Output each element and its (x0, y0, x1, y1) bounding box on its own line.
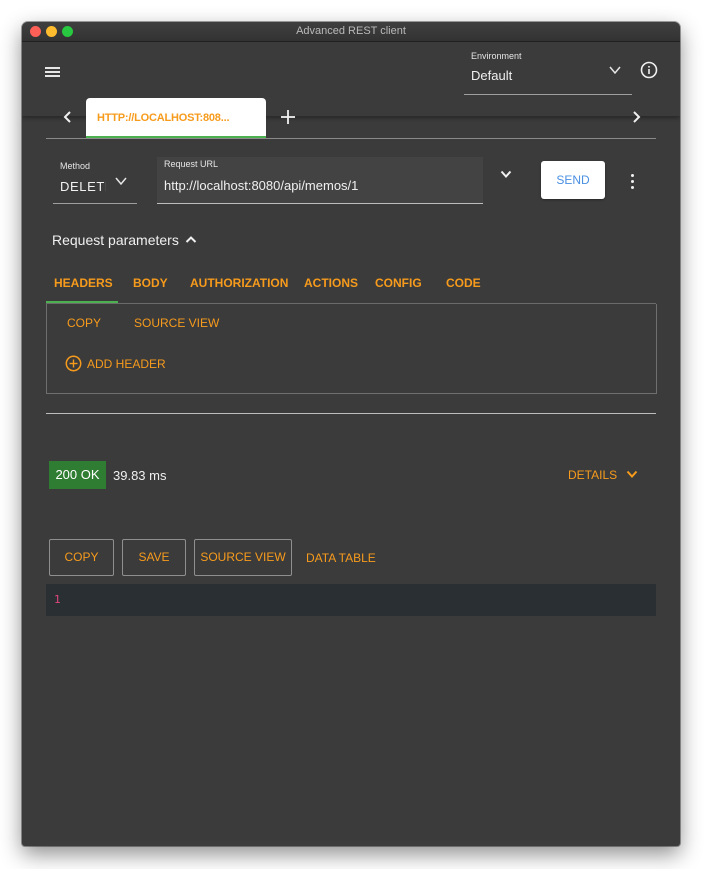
url-label: Request URL (164, 159, 219, 169)
title-bar: Advanced REST client (22, 22, 680, 42)
window-title: Advanced REST client (296, 25, 406, 37)
menu-icon[interactable] (45, 66, 60, 78)
response-code-view[interactable]: 1 (46, 584, 656, 616)
details-button[interactable]: DETAILS (568, 468, 638, 482)
request-parameters-title[interactable]: Request parameters (52, 232, 179, 248)
method-value: DELETE (60, 179, 106, 194)
response-copy-button[interactable]: COPY (49, 539, 114, 576)
status-badge: 200 OK (49, 461, 106, 489)
response-source-view-button[interactable]: SOURCE VIEW (194, 539, 292, 576)
section-divider (46, 413, 656, 414)
tab-authorization[interactable]: AUTHORIZATION (190, 276, 288, 290)
send-button[interactable]: SEND (541, 161, 605, 199)
chevron-right-icon[interactable] (631, 110, 641, 124)
more-options-icon[interactable] (631, 174, 635, 190)
environment-label: Environment (471, 51, 522, 61)
method-label: Method (60, 161, 91, 171)
chevron-down-icon (115, 177, 127, 186)
tab-code[interactable]: CODE (446, 276, 481, 290)
add-tab-icon[interactable] (280, 109, 296, 125)
line-number: 1 (54, 593, 61, 606)
tab-body[interactable]: BODY (133, 276, 168, 290)
request-tabs-bar: HTTP://LOCALHOST:808... (46, 98, 656, 139)
request-tab[interactable]: HTTP://LOCALHOST:808... (86, 98, 266, 138)
chevron-down-icon (626, 470, 638, 478)
chevron-left-icon[interactable] (63, 110, 73, 124)
request-url-field[interactable]: Request URL http://localhost:8080/api/me… (157, 157, 483, 204)
chevron-up-icon[interactable] (185, 235, 197, 244)
app-window: Advanced REST client Environment Default… (22, 22, 680, 846)
details-label: DETAILS (568, 468, 618, 482)
chevron-down-icon (609, 66, 621, 75)
request-tab-label: HTTP://LOCALHOST:808... (97, 112, 230, 124)
environment-value: Default (471, 68, 513, 83)
response-time: 39.83 ms (113, 468, 167, 483)
add-circle-icon (65, 355, 82, 372)
method-select[interactable]: Method DELETE (53, 157, 137, 204)
headers-panel: COPY SOURCE VIEW ADD HEADER (46, 304, 657, 394)
response-data-table-button[interactable]: DATA TABLE (306, 551, 376, 565)
response-save-button[interactable]: SAVE (122, 539, 186, 576)
url-value: http://localhost:8080/api/memos/1 (164, 178, 359, 193)
add-header-label: ADD HEADER (87, 357, 166, 371)
headers-source-view-button[interactable]: SOURCE VIEW (134, 316, 219, 330)
expand-url-icon[interactable] (500, 170, 512, 179)
tab-config[interactable]: CONFIG (375, 276, 422, 290)
tab-headers[interactable]: HEADERS (54, 276, 113, 290)
environment-selector[interactable]: Environment Default (464, 48, 632, 95)
info-icon[interactable] (640, 61, 658, 79)
tab-actions[interactable]: ACTIONS (304, 276, 358, 290)
headers-copy-button[interactable]: COPY (67, 316, 101, 330)
